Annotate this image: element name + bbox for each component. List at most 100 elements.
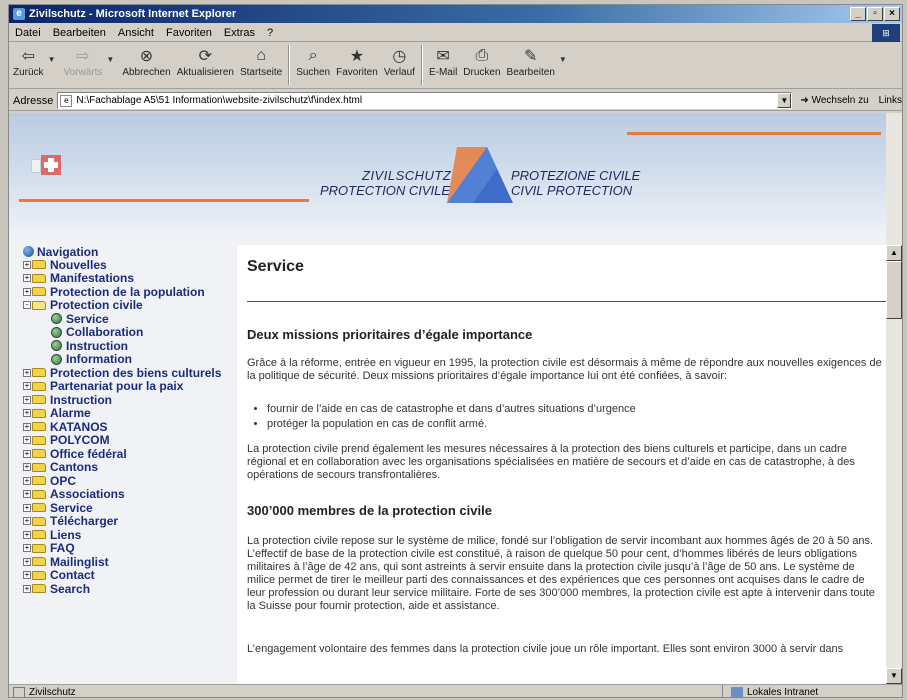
nav-item-information[interactable]: Information [23,352,237,366]
folder-icon [32,489,46,499]
nav-item-instruction[interactable]: + Instruction [23,393,237,407]
nav-item-label: Office fédéral [50,446,127,461]
forward-button[interactable]: ⇨ Vorwärts [63,43,102,78]
page-icon: e [60,94,73,107]
nav-item-katanos[interactable]: + KATANOS [23,420,237,434]
logo-text-en: CIVIL PROTECTION [511,183,633,198]
close-button[interactable]: × [884,7,900,21]
nav-item-nouvelles[interactable]: + Nouvelles [23,258,237,272]
nav-item-alarme[interactable]: + Alarme [23,406,237,420]
menu-extras[interactable]: Extras [224,27,255,39]
expand-icon[interactable]: + [23,584,31,593]
menu-favoriten[interactable]: Favoriten [166,27,212,39]
nav-item-label: POLYCOM [50,433,110,448]
list-item: fournir de l’aide en cas de catastrophe … [267,403,636,418]
address-input[interactable]: e N:\Fachablage A5\51 Information\websit… [57,92,793,109]
nav-item-t-l-charger[interactable]: + Télécharger [23,514,237,528]
nav-item-cantons[interactable]: + Cantons [23,460,237,474]
address-dropdown-icon[interactable]: ▼ [777,93,792,108]
print-button[interactable]: ⎙ Drucken [463,43,500,78]
search-button[interactable]: ⌕ Suchen [296,43,330,78]
menu-ansicht[interactable]: Ansicht [118,27,154,39]
page-globe-icon [51,326,62,338]
nav-item-label: Liens [50,527,82,542]
minimize-button[interactable]: _ [850,7,866,21]
nav-item-service[interactable]: Service [23,312,237,326]
nav-item-instruction[interactable]: Instruction [23,339,237,353]
expand-icon[interactable]: + [23,517,31,526]
expand-icon[interactable]: + [23,557,31,566]
nav-item-opc[interactable]: + OPC [23,474,237,488]
menu-bar: Datei Bearbeiten Ansicht Favoriten Extra… [9,24,902,42]
mail-button[interactable]: ✉ E-Mail [429,43,457,78]
go-button[interactable]: ➜ Wechseln zu [800,95,868,106]
edit-dropdown-icon[interactable]: ▼ [559,55,567,64]
nav-item-protection-de-la-population[interactable]: + Protection de la population [23,285,237,299]
nav-heading[interactable]: Navigation [23,245,237,259]
swiss-cross-icon [41,155,61,175]
browser-window: e Zivilschutz - Microsoft Internet Explo… [8,4,903,698]
nav-item-service[interactable]: + Service [23,501,237,515]
vertical-scrollbar[interactable]: ▲ ▼ [886,113,902,684]
nav-item-partenariat-pour-la-paix[interactable]: + Partenariat pour la paix [23,379,237,393]
folder-icon [32,449,46,459]
expand-icon[interactable]: + [23,449,31,458]
maximize-button[interactable]: ▫ [867,7,883,21]
expand-icon[interactable]: + [23,409,31,418]
nav-item-manifestations[interactable]: + Manifestations [23,271,237,285]
nav-item-label: Mailinglist [50,554,109,569]
nav-item-label: Protection de la population [50,284,205,299]
expand-icon[interactable]: + [23,571,31,580]
nav-item-protection-civile[interactable]: - Protection civile [23,298,237,312]
expand-icon[interactable]: + [23,544,31,553]
forward-dropdown-icon[interactable]: ▼ [106,55,114,64]
back-button[interactable]: ⇦ Zurück [13,43,44,78]
scroll-down-icon[interactable]: ▼ [886,668,902,684]
nav-item-search[interactable]: + Search [23,582,237,596]
zone-label: Lokales Intranet [747,686,819,698]
expand-icon[interactable]: + [23,422,31,431]
menu-bearbeiten[interactable]: Bearbeiten [53,27,106,39]
expand-icon[interactable]: + [23,463,31,472]
history-button[interactable]: ◷ Verlauf [384,43,415,78]
expand-icon[interactable]: + [23,260,31,269]
expand-icon[interactable]: + [23,503,31,512]
nav-item-polycom[interactable]: + POLYCOM [23,433,237,448]
menu-datei[interactable]: Datei [15,27,41,39]
expand-icon[interactable]: + [23,395,31,404]
scroll-up-icon[interactable]: ▲ [886,245,902,261]
go-label: Wechseln zu [811,95,869,106]
orange-rule [627,132,881,135]
home-button[interactable]: ⌂ Startseite [240,43,282,78]
expand-icon[interactable]: + [23,382,31,391]
collapse-icon[interactable]: - [23,301,31,310]
back-dropdown-icon[interactable]: ▼ [48,55,56,64]
edit-button[interactable]: ✎ Bearbeiten [507,43,555,78]
nav-item-liens[interactable]: + Liens [23,528,237,542]
nav-item-collaboration[interactable]: Collaboration [23,325,237,339]
nav-item-label: Search [50,581,91,596]
menu-help[interactable]: ? [267,27,273,39]
status-bar: Zivilschutz Lokales Intranet [9,684,902,698]
expand-icon[interactable]: + [23,287,31,296]
favorites-button[interactable]: ★ Favoriten [336,43,378,78]
stop-button[interactable]: ⊗ Abbrechen [122,43,170,78]
refresh-button[interactable]: ⟳ Aktualisieren [177,43,234,78]
nav-item-faq[interactable]: + FAQ [23,541,237,555]
logo-text-it: PROTEZIONE CIVILE [511,168,641,183]
nav-item-office-f-d-ral[interactable]: + Office fédéral [23,447,237,461]
expand-icon[interactable]: + [23,530,31,539]
nav-item-associations[interactable]: + Associations [23,487,237,501]
expand-icon[interactable]: + [23,490,31,499]
expand-icon[interactable]: + [23,476,31,485]
nav-item-protection-des-biens-culturels[interactable]: + Protection des biens culturels [23,366,237,380]
expand-icon[interactable]: + [23,274,31,283]
expand-icon[interactable]: + [23,436,31,445]
links-button[interactable]: Links [879,95,902,106]
scroll-thumb[interactable] [886,261,902,319]
expand-icon[interactable]: + [23,368,31,377]
nav-item-mailinglist[interactable]: + Mailinglist [23,555,237,569]
home-icon: ⌂ [256,47,266,64]
nav-item-contact[interactable]: + Contact [23,568,237,582]
toolbar-separator [288,45,291,85]
